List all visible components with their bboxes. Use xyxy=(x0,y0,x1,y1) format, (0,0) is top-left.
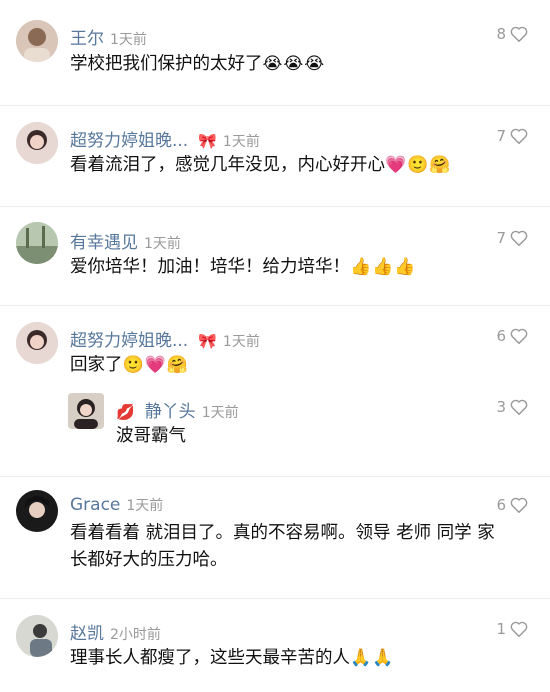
emoji-group: 👍👍👍 xyxy=(350,257,417,277)
heart-icon xyxy=(510,128,528,144)
reply-like-button[interactable]: 3 xyxy=(496,398,528,416)
comment-item: 超努力婷姐晚... 🎀 1天前 6 回家了🙂💗🤗 💋 静丫头 1天前 3 波哥霸… xyxy=(0,306,550,476)
heart-icon xyxy=(510,621,528,637)
like-count: 8 xyxy=(496,25,506,43)
comment-text: 理事长人都瘦了，这些天最辛苦的人 xyxy=(70,648,350,668)
timestamp: 1天前 xyxy=(222,334,260,350)
comment-text: 学校把我们保护的太好了 xyxy=(70,54,263,74)
like-count: 6 xyxy=(496,327,506,345)
avatar[interactable] xyxy=(16,122,58,164)
comment-text-line2: 长都好大的压力哈。 xyxy=(70,550,228,570)
lips-icon: 💋 xyxy=(116,403,135,421)
comment-text-line1: 看着看着 就泪目了。真的不容易啊。领导 老师 同学 家 xyxy=(70,523,495,543)
username[interactable]: 王尔 xyxy=(70,24,104,49)
avatar[interactable] xyxy=(16,490,58,532)
reply-avatar[interactable] xyxy=(68,393,104,429)
emoji-group: 💗🙂🤗 xyxy=(385,155,452,175)
username[interactable]: 超努力婷姐晚... xyxy=(70,126,188,151)
timestamp: 1天前 xyxy=(144,236,181,252)
avatar[interactable] xyxy=(16,615,58,657)
username[interactable]: Grace xyxy=(70,495,120,515)
comment-text: 回家了 xyxy=(70,355,123,375)
username[interactable]: 赵凯 xyxy=(70,619,104,644)
heart-icon xyxy=(510,328,528,344)
reply-username[interactable]: 静丫头 xyxy=(145,397,196,422)
username[interactable]: 有幸遇见 xyxy=(70,228,138,253)
heart-icon xyxy=(510,26,528,42)
heart-icon xyxy=(510,230,528,246)
comment-item: 王尔 1天前 8 学校把我们保护的太好了😭😭😭 xyxy=(0,0,550,105)
reply-text: 波哥霸气 xyxy=(116,426,186,446)
emoji-group: 🙂💗🤗 xyxy=(122,355,190,375)
reply-like-count: 3 xyxy=(496,398,506,416)
timestamp: 2小时前 xyxy=(110,627,161,643)
heart-icon xyxy=(510,497,528,513)
like-count: 6 xyxy=(496,496,506,514)
avatar[interactable] xyxy=(16,20,58,62)
like-button[interactable]: 1 xyxy=(496,620,528,638)
bow-badge-icon: 🎀 xyxy=(198,132,217,150)
comment-item: 超努力婷姐晚... 🎀 1天前 7 看着流泪了，感觉几年没见，内心好开心💗🙂🤗 xyxy=(0,106,550,206)
reply-timestamp: 1天前 xyxy=(201,405,239,421)
like-count: 7 xyxy=(496,229,506,247)
timestamp: 1天前 xyxy=(222,134,260,150)
like-button[interactable]: 8 xyxy=(496,25,528,43)
like-button[interactable]: 6 xyxy=(496,327,528,345)
timestamp: 1天前 xyxy=(126,498,164,514)
heart-icon xyxy=(510,399,528,415)
comment-item: 赵凯 2小时前 1 理事长人都瘦了，这些天最辛苦的人🙏🙏 xyxy=(0,599,550,692)
like-count: 1 xyxy=(496,620,506,638)
comment-item: 有幸遇见 1天前 7 爱你培华！加油！培华！给力培华！👍👍👍 xyxy=(0,207,550,305)
comment-text: 看着流泪了，感觉几年没见，内心好开心 xyxy=(70,155,385,175)
comment-item: Grace 1天前 6 看着看着 就泪目了。真的不容易啊。领导 老师 同学 家 … xyxy=(0,477,550,598)
emoji-group: 🙏🙏 xyxy=(350,648,395,668)
comment-text: 爱你培华！加油！培华！给力培华！ xyxy=(70,257,350,277)
bow-badge-icon: 🎀 xyxy=(198,332,217,350)
emoji-group: 😭😭😭 xyxy=(262,54,326,74)
like-count: 7 xyxy=(496,127,506,145)
like-button[interactable]: 7 xyxy=(496,127,528,145)
like-button[interactable]: 7 xyxy=(496,229,528,247)
username[interactable]: 超努力婷姐晚... xyxy=(70,326,188,351)
timestamp: 1天前 xyxy=(110,32,147,48)
avatar[interactable] xyxy=(16,222,58,264)
like-button[interactable]: 6 xyxy=(496,496,528,514)
avatar[interactable] xyxy=(16,322,58,364)
